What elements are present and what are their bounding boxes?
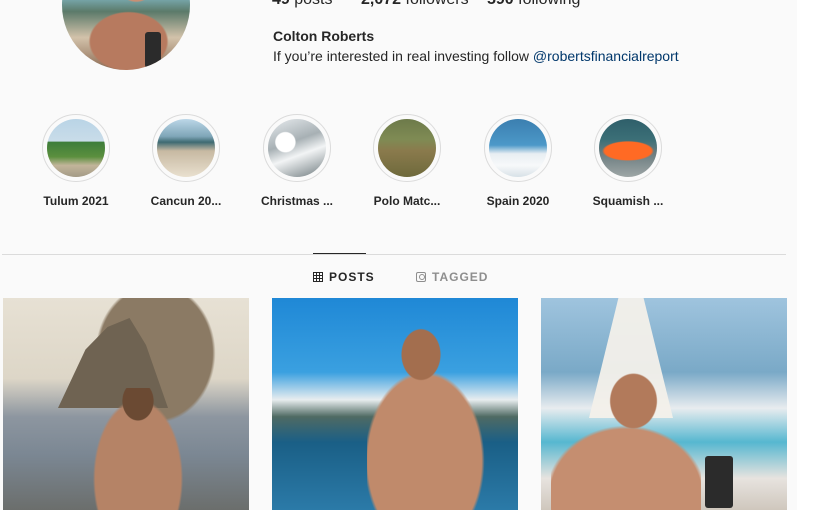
posts-count: 49 bbox=[272, 0, 290, 8]
highlight-ring bbox=[484, 114, 552, 182]
followers-label: followers bbox=[406, 0, 469, 8]
grid-icon bbox=[313, 272, 323, 282]
highlight-label: Tulum 2021 bbox=[43, 194, 109, 208]
post-person-shape bbox=[93, 388, 183, 510]
active-tab-indicator bbox=[313, 253, 366, 254]
profile-name: Colton Roberts bbox=[273, 28, 375, 44]
highlight-label: Polo Matc... bbox=[373, 194, 441, 208]
highlight-thumbnail bbox=[47, 119, 105, 177]
highlight-item[interactable]: Squamish ... bbox=[583, 114, 673, 208]
highlight-item[interactable]: Cancun 20... bbox=[141, 114, 231, 208]
highlight-item[interactable]: Tulum 2021 bbox=[31, 114, 121, 208]
highlight-thumbnail bbox=[599, 119, 657, 177]
highlight-ring bbox=[152, 114, 220, 182]
tabs-divider bbox=[2, 254, 786, 255]
post-thumbnail[interactable] bbox=[3, 298, 249, 510]
highlight-item[interactable]: Christmas ... bbox=[252, 114, 342, 208]
tab-posts[interactable]: POSTS bbox=[313, 270, 375, 284]
highlight-thumbnail bbox=[378, 119, 436, 177]
highlight-label: Spain 2020 bbox=[486, 194, 550, 208]
highlight-label: Christmas ... bbox=[260, 194, 334, 208]
following-label: following bbox=[518, 0, 580, 8]
highlight-label: Squamish ... bbox=[592, 194, 664, 208]
highlight-ring bbox=[373, 114, 441, 182]
profile-avatar[interactable] bbox=[62, 0, 190, 70]
bio-link[interactable]: @robertsfinancialreport bbox=[533, 48, 679, 64]
page-right-gutter bbox=[797, 0, 825, 510]
post-thumbnail[interactable] bbox=[272, 298, 518, 510]
avatar-cup bbox=[145, 32, 161, 68]
highlight-thumbnail bbox=[268, 119, 326, 177]
highlight-thumbnail bbox=[489, 119, 547, 177]
post-person-shape bbox=[367, 328, 487, 510]
tab-tagged-label: TAGGED bbox=[432, 270, 489, 284]
tag-icon bbox=[416, 272, 426, 282]
post-thumbnail[interactable] bbox=[541, 298, 787, 510]
highlight-item[interactable]: Spain 2020 bbox=[473, 114, 563, 208]
posts-stat: 49 posts bbox=[272, 0, 333, 9]
bio-text: If you’re interested in real investing f… bbox=[273, 48, 533, 64]
profile-bio: If you’re interested in real investing f… bbox=[273, 48, 679, 64]
following-count: 590 bbox=[487, 0, 514, 8]
post-person-shape bbox=[551, 368, 701, 510]
highlight-ring bbox=[263, 114, 331, 182]
following-stat[interactable]: 590 following bbox=[487, 0, 580, 9]
highlight-ring bbox=[594, 114, 662, 182]
highlight-ring bbox=[42, 114, 110, 182]
followers-stat[interactable]: 2,072 followers bbox=[361, 0, 469, 9]
highlight-label: Cancun 20... bbox=[150, 194, 222, 208]
followers-count: 2,072 bbox=[361, 0, 401, 8]
highlight-item[interactable]: Polo Matc... bbox=[362, 114, 452, 208]
post-cup-shape bbox=[705, 456, 733, 508]
tab-posts-label: POSTS bbox=[329, 270, 375, 284]
highlight-thumbnail bbox=[157, 119, 215, 177]
tab-tagged[interactable]: TAGGED bbox=[416, 270, 488, 284]
posts-label: posts bbox=[294, 0, 332, 8]
